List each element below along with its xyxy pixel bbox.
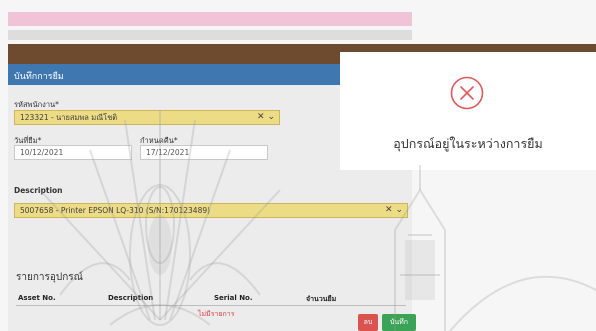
description-select-value: 5007658 - Printer EPSON LQ-310 (S/N:1701…	[20, 206, 211, 215]
delete-button[interactable]: ลบ	[358, 314, 378, 331]
top-gray-bar	[8, 30, 412, 40]
column-quantity: จำนวนยืม	[306, 295, 337, 303]
description-label: Description	[14, 186, 63, 195]
due-date-value: 17/12/2021	[146, 148, 190, 157]
column-description: Description	[108, 294, 154, 302]
table-divider	[16, 305, 406, 306]
employee-select-value: 123321 - นายสมพล มณีโชติ	[20, 113, 118, 122]
modal-message: อุปกรณ์อยู่ในระหว่างการยืม	[393, 136, 543, 151]
form-title: บันทึกการยืม	[14, 72, 64, 82]
top-pink-bar	[8, 12, 412, 26]
due-date-input[interactable]: 17/12/2021	[140, 145, 268, 160]
error-modal: อุปกรณ์อยู่ในระหว่างการยืม	[340, 52, 596, 170]
column-asset-no: Asset No.	[18, 294, 56, 302]
borrow-date-value: 10/12/2021	[20, 148, 64, 157]
error-circle-x-icon	[450, 76, 484, 110]
employee-select[interactable]: 123321 - นายสมพล มณีโชติ ✕ ⌄	[14, 110, 280, 125]
clear-chevron-icon[interactable]: ✕ ⌄	[385, 204, 403, 217]
equipment-section-title: รายการอุปกรณ์	[16, 272, 83, 283]
clear-chevron-icon[interactable]: ✕ ⌄	[257, 111, 275, 124]
right-top-bar	[340, 44, 596, 52]
borrow-date-input[interactable]: 10/12/2021	[14, 145, 132, 160]
column-serial-no: Serial No.	[214, 294, 253, 302]
description-select[interactable]: 5007658 - Printer EPSON LQ-310 (S/N:1701…	[14, 203, 408, 218]
save-button[interactable]: บันทึก	[382, 314, 416, 331]
empty-table-note: ไม่มีรายการ	[198, 310, 235, 318]
